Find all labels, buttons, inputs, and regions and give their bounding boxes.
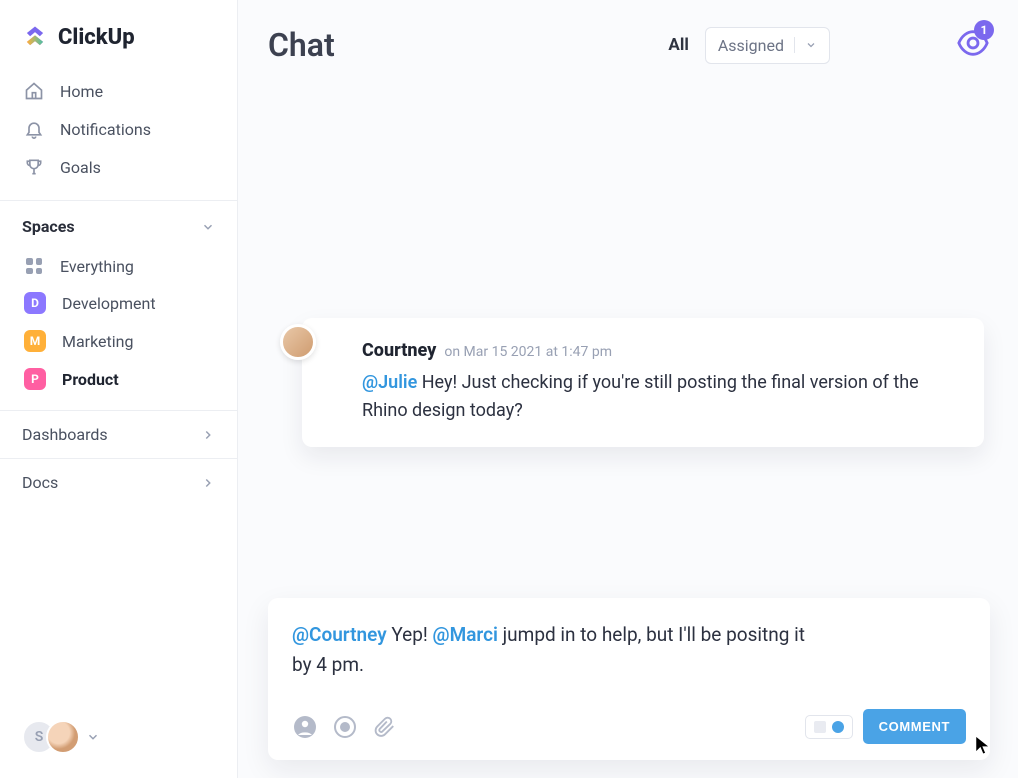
toggle-on-icon <box>832 721 844 733</box>
nav-goals-label: Goals <box>60 158 101 177</box>
watchers-count: 1 <box>974 20 994 40</box>
spaces-list: Everything D Development M Marketing P P… <box>0 246 237 400</box>
primary-nav: Home Notifications Goals <box>0 68 237 190</box>
tab-all[interactable]: All <box>668 35 688 55</box>
space-everything[interactable]: Everything <box>8 248 229 284</box>
chevron-right-icon <box>201 428 215 442</box>
mention[interactable]: @Marci <box>433 623 498 646</box>
comment-button[interactable]: COMMENT <box>863 709 966 744</box>
space-development[interactable]: D Development <box>8 284 229 322</box>
sidebar: ClickUp Home Notifications Goals <box>0 0 238 778</box>
composer-content[interactable]: @Courtney Yep! @Marci jumpd in to help, … <box>292 620 812 679</box>
grid-icon <box>24 256 44 276</box>
space-badge: P <box>24 368 46 390</box>
sidebar-dashboards-label: Dashboards <box>22 425 108 444</box>
space-marketing[interactable]: M Marketing <box>8 322 229 360</box>
main-header: Chat All Assigned 1 <box>268 26 990 64</box>
mention[interactable]: @Julie <box>362 372 417 393</box>
spaces-header-label: Spaces <box>22 217 75 236</box>
toggle-off-icon <box>814 721 826 733</box>
attachment-icon[interactable] <box>372 714 398 740</box>
main: Chat All Assigned 1 Courtney on M <box>238 0 1018 778</box>
avatar <box>280 324 316 360</box>
composer-toolbar: COMMENT <box>292 709 966 744</box>
divider <box>794 37 795 53</box>
comment-composer[interactable]: @Courtney Yep! @Marci jumpd in to help, … <box>268 598 990 760</box>
message-card: Courtney on Mar 15 2021 at 1:47 pm @Juli… <box>302 318 984 447</box>
sidebar-docs-label: Docs <box>22 473 58 492</box>
space-everything-label: Everything <box>60 257 134 276</box>
space-product[interactable]: P Product <box>8 360 229 398</box>
space-label: Product <box>62 370 119 389</box>
sidebar-docs[interactable]: Docs <box>0 458 237 506</box>
home-icon <box>24 81 44 101</box>
chevron-down-icon <box>805 39 817 51</box>
space-badge: M <box>24 330 46 352</box>
message-author: Courtney <box>362 340 436 361</box>
space-badge: D <box>24 292 46 314</box>
message-timestamp: on Mar 15 2021 at 1:47 pm <box>444 344 612 360</box>
filter-dropdown[interactable]: Assigned <box>705 27 830 64</box>
watchers-button[interactable]: 1 <box>956 26 990 64</box>
brand-name: ClickUp <box>58 25 135 50</box>
message-body: @Julie Hey! Just checking if you're stil… <box>362 369 922 425</box>
avatar <box>46 720 80 754</box>
sidebar-dashboards[interactable]: Dashboards <box>0 410 237 458</box>
nav-notifications[interactable]: Notifications <box>8 110 229 148</box>
nav-home-label: Home <box>60 82 103 101</box>
page-title: Chat <box>268 26 335 64</box>
message-text: Hey! Just checking if you're still posti… <box>362 372 919 421</box>
record-icon[interactable] <box>332 714 358 740</box>
chevron-down-icon <box>86 730 100 744</box>
spaces-header[interactable]: Spaces <box>0 201 237 246</box>
bell-icon <box>24 119 44 139</box>
mention[interactable]: @Courtney <box>292 623 387 646</box>
logo[interactable]: ClickUp <box>0 0 237 68</box>
nav-home[interactable]: Home <box>8 72 229 110</box>
space-label: Development <box>62 294 156 313</box>
trophy-icon <box>24 157 44 177</box>
chevron-down-icon <box>201 220 215 234</box>
assign-person-icon[interactable] <box>292 714 318 740</box>
clickup-logo-icon <box>22 24 48 50</box>
space-label: Marketing <box>62 332 133 351</box>
visibility-toggle[interactable] <box>805 715 853 739</box>
nav-goals[interactable]: Goals <box>8 148 229 186</box>
nav-notifications-label: Notifications <box>60 120 151 139</box>
filter-dropdown-label: Assigned <box>718 36 784 55</box>
sidebar-footer[interactable]: S <box>0 704 237 778</box>
chevron-right-icon <box>201 476 215 490</box>
